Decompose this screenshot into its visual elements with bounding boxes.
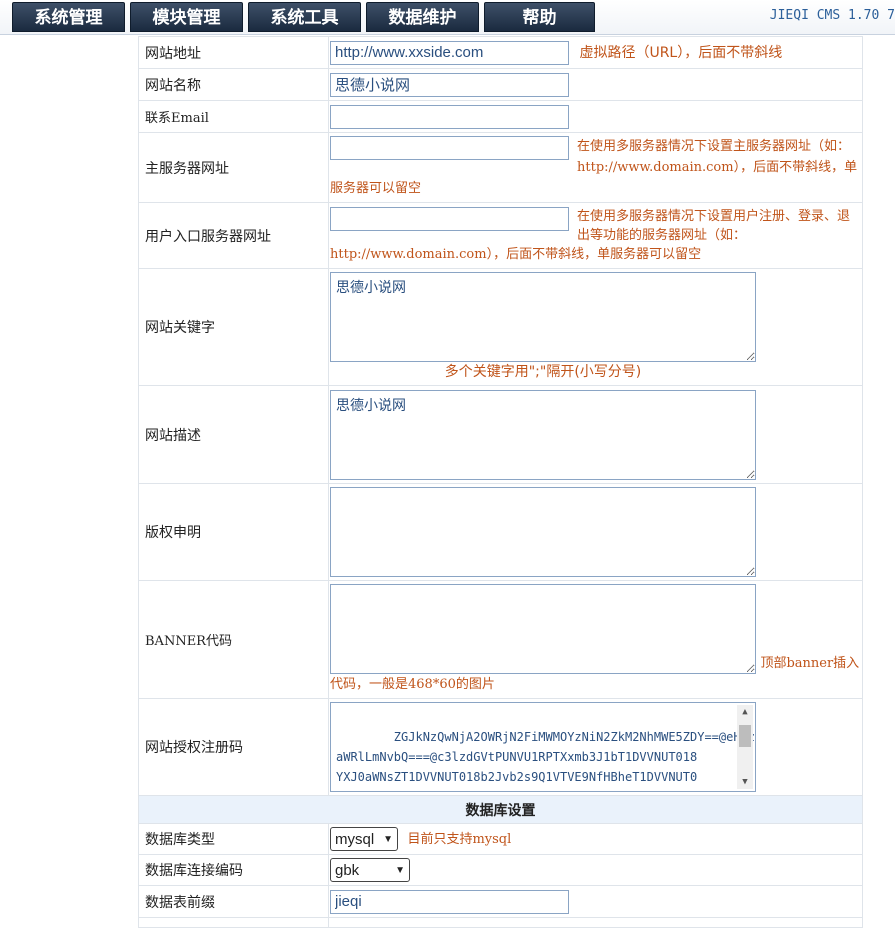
site-url-note: 虚拟路径（URL），后面不带斜线	[579, 44, 783, 61]
db-charset-select[interactable]: gbk ▼	[330, 858, 410, 882]
site-config-table: 网站地址 虚拟路径（URL），后面不带斜线 网站名称 联系Email 主服务器网…	[138, 36, 863, 928]
description-label: 网站描述	[138, 385, 329, 484]
chevron-down-icon: ▼	[383, 833, 393, 845]
license-code: ZGJkNzQwNjA2OWRjN2FiMWMOYzNiN2ZkM2NhMWE5…	[336, 730, 756, 791]
scroll-down-icon[interactable]: ▼	[737, 775, 753, 789]
db-prefix-label: 数据表前缀	[138, 885, 329, 918]
user-server-label: 用户入口服务器网址	[138, 202, 329, 269]
table-row: 数据库类型 mysql ▼ 目前只支持mysql	[138, 823, 863, 855]
table-row: 网站关键字 思德小说网 多个关键字用";"隔开(小写分号)	[138, 268, 863, 386]
table-row: 数据表前缀	[138, 885, 863, 918]
table-row: 联系Email	[138, 100, 863, 133]
db-type-select[interactable]: mysql ▼	[330, 827, 398, 851]
tab-system-tools[interactable]: 系统工具	[248, 2, 361, 32]
db-type-label: 数据库类型	[138, 823, 329, 855]
tab-data-maintenance[interactable]: 数据维护	[366, 2, 479, 32]
license-scrollbar[interactable]: ▲ ▼	[737, 705, 753, 789]
table-row: 网站描述 思德小说网	[138, 385, 863, 484]
db-section-title: 数据库设置	[138, 795, 863, 824]
table-row: 版权申明	[138, 483, 863, 581]
scroll-up-icon[interactable]: ▲	[737, 705, 753, 719]
keywords-textarea[interactable]: 思德小说网	[330, 272, 756, 362]
brand-label: JIEQI CMS 1.70 7	[769, 8, 895, 23]
db-charset-value: gbk	[335, 861, 360, 879]
tab-help[interactable]: 帮助	[484, 2, 595, 32]
license-textarea[interactable]: ZGJkNzQwNjA2OWRjN2FiMWMOYzNiN2ZkM2NhMWE5…	[330, 702, 756, 792]
table-row: 主服务器网址 在使用多服务器情况下设置主服务器网址（如：http://www.d…	[138, 132, 863, 203]
top-navigation: 系统管理 模块管理 系统工具 数据维护 帮助 JIEQI CMS 1.70 7	[0, 0, 895, 35]
banner-textarea[interactable]	[330, 584, 756, 674]
site-name-label: 网站名称	[138, 68, 329, 101]
table-row: 网站名称	[138, 68, 863, 101]
email-label: 联系Email	[138, 100, 329, 133]
user-server-input[interactable]	[330, 207, 569, 231]
main-server-label: 主服务器网址	[138, 132, 329, 203]
copyright-textarea[interactable]	[330, 487, 756, 577]
table-row: BANNER代码 顶部banner插入代码，一般是468*60的图片	[138, 580, 863, 699]
table-row: 数据库设置	[138, 795, 863, 824]
site-name-input[interactable]	[330, 72, 569, 97]
keywords-note: 多个关键字用";"隔开(小写分号)	[444, 364, 642, 380]
copyright-label: 版权申明	[138, 483, 329, 581]
db-type-note: 目前只支持mysql	[407, 832, 512, 847]
db-prefix-input[interactable]	[330, 889, 569, 914]
tab-system-management[interactable]: 系统管理	[12, 2, 125, 32]
table-row	[138, 917, 863, 928]
site-url-label: 网站地址	[138, 36, 329, 69]
db-type-value: mysql	[335, 830, 375, 848]
table-row: 网站授权注册码 ZGJkNzQwNjA2OWRjN2FiMWMOYzNiN2Zk…	[138, 698, 863, 796]
main-server-input[interactable]	[330, 136, 569, 160]
table-row: 数据库连接编码 gbk ▼	[138, 854, 863, 886]
table-row: 用户入口服务器网址 在使用多服务器情况下设置用户注册、登录、退出等功能的服务器网…	[138, 202, 863, 269]
site-url-input[interactable]	[330, 40, 569, 65]
banner-label: BANNER代码	[138, 580, 329, 699]
description-textarea[interactable]: 思德小说网	[330, 389, 756, 480]
chevron-down-icon: ▼	[395, 864, 405, 876]
scroll-thumb[interactable]	[739, 725, 751, 747]
license-label: 网站授权注册码	[138, 698, 329, 796]
db-charset-label: 数据库连接编码	[138, 854, 329, 886]
table-row: 网站地址 虚拟路径（URL），后面不带斜线	[138, 36, 863, 69]
tab-module-management[interactable]: 模块管理	[130, 2, 243, 32]
keywords-label: 网站关键字	[138, 268, 329, 386]
email-input[interactable]	[330, 104, 569, 129]
